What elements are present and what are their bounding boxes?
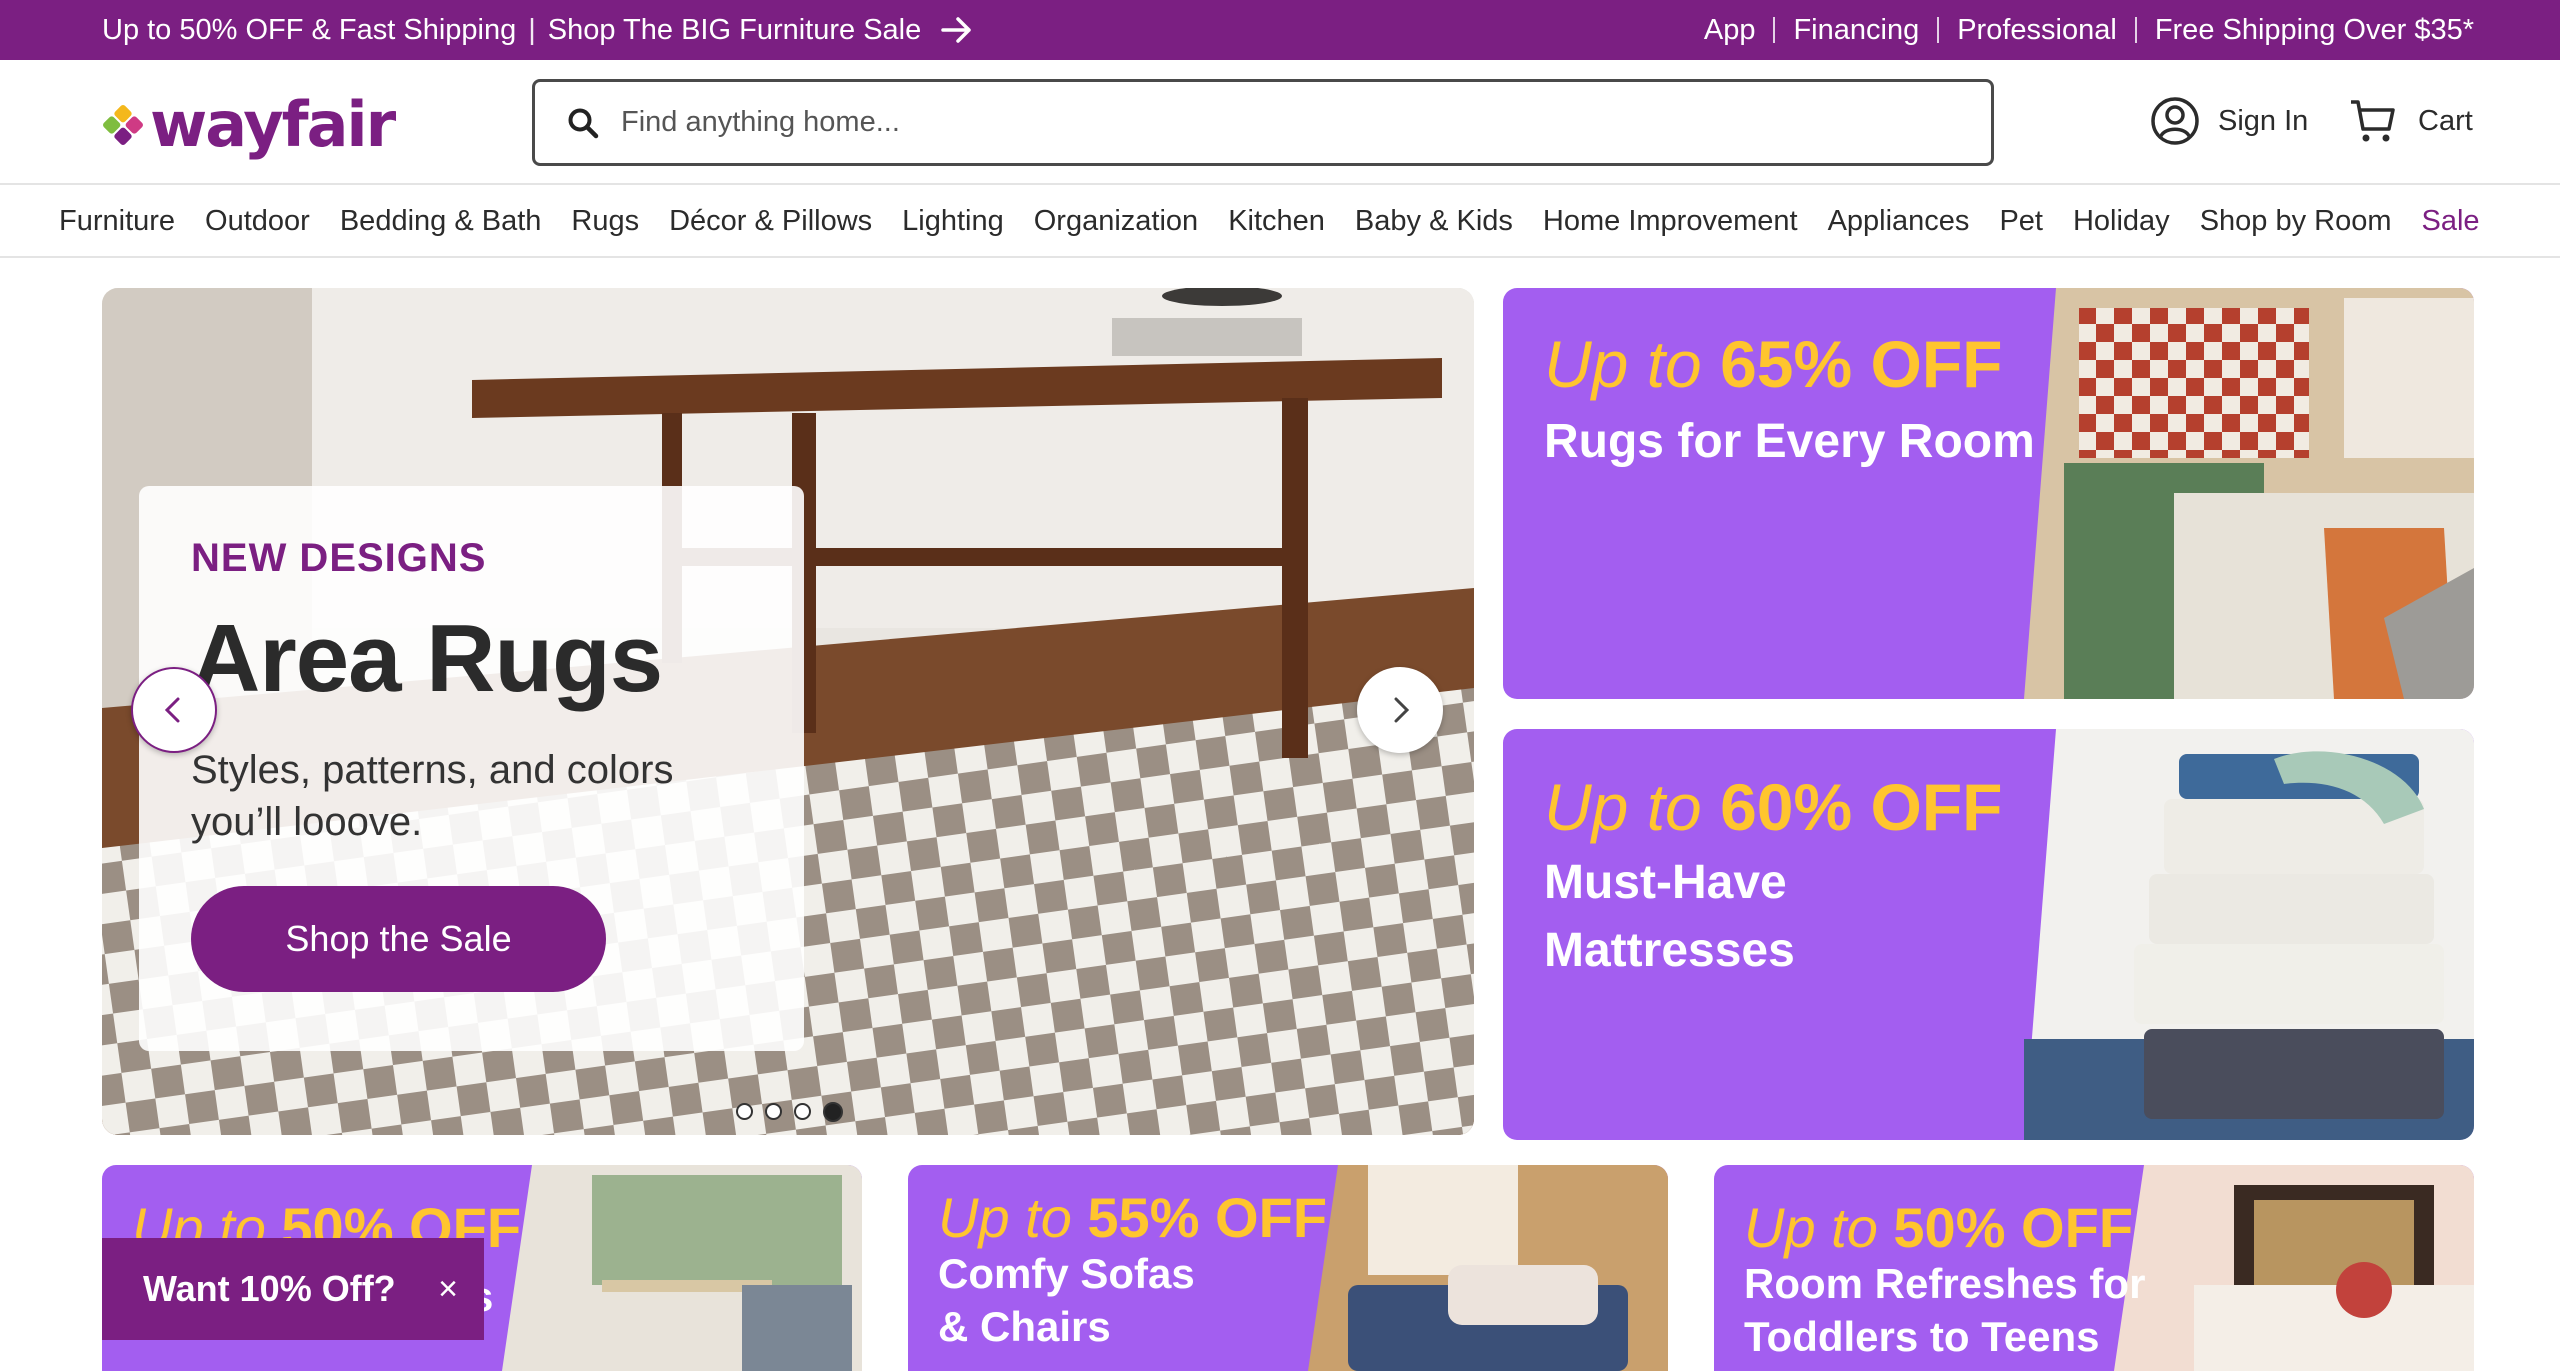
arrow-right-icon[interactable] (941, 16, 973, 44)
nav-kitchen[interactable]: Kitchen (1228, 205, 1325, 238)
nav-outdoor[interactable]: Outdoor (205, 205, 310, 238)
promo-bar: Up to 50% OFF & Fast Shipping | Shop The… (0, 0, 2560, 60)
nav-pet[interactable]: Pet (1999, 205, 2043, 238)
sofas-description: Comfy Sofas & Chairs (938, 1250, 1195, 1350)
rugs-image (2024, 288, 2474, 699)
promo-separator: | (528, 13, 536, 46)
logo-text: wayfair (150, 88, 396, 161)
mattress-image (2024, 729, 2474, 1140)
chevron-right-icon (1394, 697, 1410, 723)
hero-card: NEW DESIGNS Area Rugs Styles, patterns, … (139, 486, 804, 1051)
promo-text[interactable]: Up to 50% OFF & Fast Shipping (102, 14, 516, 47)
free-shipping-link[interactable]: Free Shipping Over $35* (2137, 14, 2474, 47)
sofas-discount: Up to 55% OFF (938, 1186, 1328, 1249)
offer-label[interactable]: Want 10% Off? (143, 1268, 396, 1310)
promo-links: App Financing Professional Free Shipping… (1686, 14, 2474, 47)
sofas-promo-tile[interactable]: Up to 55% OFF Comfy Sofas & Chairs (908, 1165, 1668, 1371)
mattress-description: Must-Have Mattresses (1544, 856, 1795, 977)
close-icon[interactable]: × (438, 1270, 458, 1309)
mattress-discount: Up to 60% OFF (1544, 770, 2003, 844)
financing-link[interactable]: Financing (1775, 14, 1937, 47)
hero-title: Area Rugs (191, 605, 663, 712)
nav-rugs[interactable]: Rugs (571, 205, 639, 238)
rugs-discount: Up to 65% OFF (1544, 327, 2003, 401)
nav-lighting[interactable]: Lighting (902, 205, 1004, 238)
app-link[interactable]: App (1686, 14, 1774, 47)
rugs-promo-tile[interactable]: Up to 65% OFF Rugs for Every Room (1503, 288, 2474, 699)
site-header: wayfair Sign In Cart (0, 60, 2560, 185)
hero-eyebrow: NEW DESIGNS (191, 536, 487, 580)
professional-link[interactable]: Professional (1939, 14, 2135, 47)
nav-organization[interactable]: Organization (1034, 205, 1198, 238)
promo-sale-link[interactable]: Shop The BIG Furniture Sale (548, 14, 921, 47)
kids-room-image (2114, 1165, 2474, 1371)
carousel-dot-2[interactable] (765, 1103, 782, 1120)
nav-shop-by-room[interactable]: Shop by Room (2200, 205, 2392, 238)
hero-carousel[interactable]: NEW DESIGNS Area Rugs Styles, patterns, … (102, 288, 1474, 1135)
category-nav: Furniture Outdoor Bedding & Bath Rugs Dé… (0, 186, 2560, 258)
rugs-description: Rugs for Every Room (1544, 415, 2035, 468)
user-icon (2151, 97, 2199, 145)
carousel-dots (736, 1102, 843, 1122)
carousel-dot-1[interactable] (736, 1103, 753, 1120)
discount-offer-banner[interactable]: Want 10% Off? × (102, 1238, 484, 1340)
carousel-prev-button[interactable] (131, 667, 217, 753)
nav-bedding-bath[interactable]: Bedding & Bath (340, 205, 542, 238)
office-image (502, 1165, 862, 1371)
kids-room-description: Room Refreshes for Toddlers to Teens (1744, 1260, 2146, 1360)
cart-label: Cart (2418, 104, 2473, 137)
chevron-left-icon (164, 697, 180, 723)
nav-home-improvement[interactable]: Home Improvement (1543, 205, 1798, 238)
carousel-dot-3[interactable] (794, 1103, 811, 1120)
nav-baby-kids[interactable]: Baby & Kids (1355, 205, 1513, 238)
shop-the-sale-button[interactable]: Shop the Sale (191, 886, 606, 992)
sofa-image (1308, 1165, 1668, 1371)
kids-room-discount: Up to 50% OFF (1744, 1196, 2134, 1259)
search-box[interactable] (532, 79, 1994, 166)
search-input[interactable] (621, 106, 1921, 139)
carousel-next-button[interactable] (1357, 667, 1443, 753)
wayfair-logo[interactable]: wayfair (102, 88, 396, 161)
search-icon[interactable] (567, 107, 599, 139)
kids-room-promo-tile[interactable]: Up to 50% OFF Room Refreshes for Toddler… (1714, 1165, 2474, 1371)
mattress-promo-tile[interactable]: Up to 60% OFF Must-Have Mattresses (1503, 729, 2474, 1140)
sign-in-label: Sign In (2218, 104, 2309, 137)
sign-in-button[interactable]: Sign In (2150, 96, 2308, 146)
nav-holiday[interactable]: Holiday (2073, 205, 2170, 238)
logo-mark-icon (103, 104, 143, 145)
nav-sale[interactable]: Sale (2422, 205, 2480, 238)
nav-furniture[interactable]: Furniture (59, 205, 175, 238)
nav-appliances[interactable]: Appliances (1828, 205, 1970, 238)
cart-icon (2351, 100, 2395, 142)
nav-decor-pillows[interactable]: Décor & Pillows (669, 205, 872, 238)
hero-subtitle: Styles, patterns, and colors you’ll looo… (191, 748, 674, 844)
promo-left[interactable]: Up to 50% OFF & Fast Shipping | Shop The… (102, 14, 973, 47)
carousel-dot-4[interactable] (823, 1102, 843, 1122)
cart-button[interactable]: Cart (2348, 96, 2473, 146)
